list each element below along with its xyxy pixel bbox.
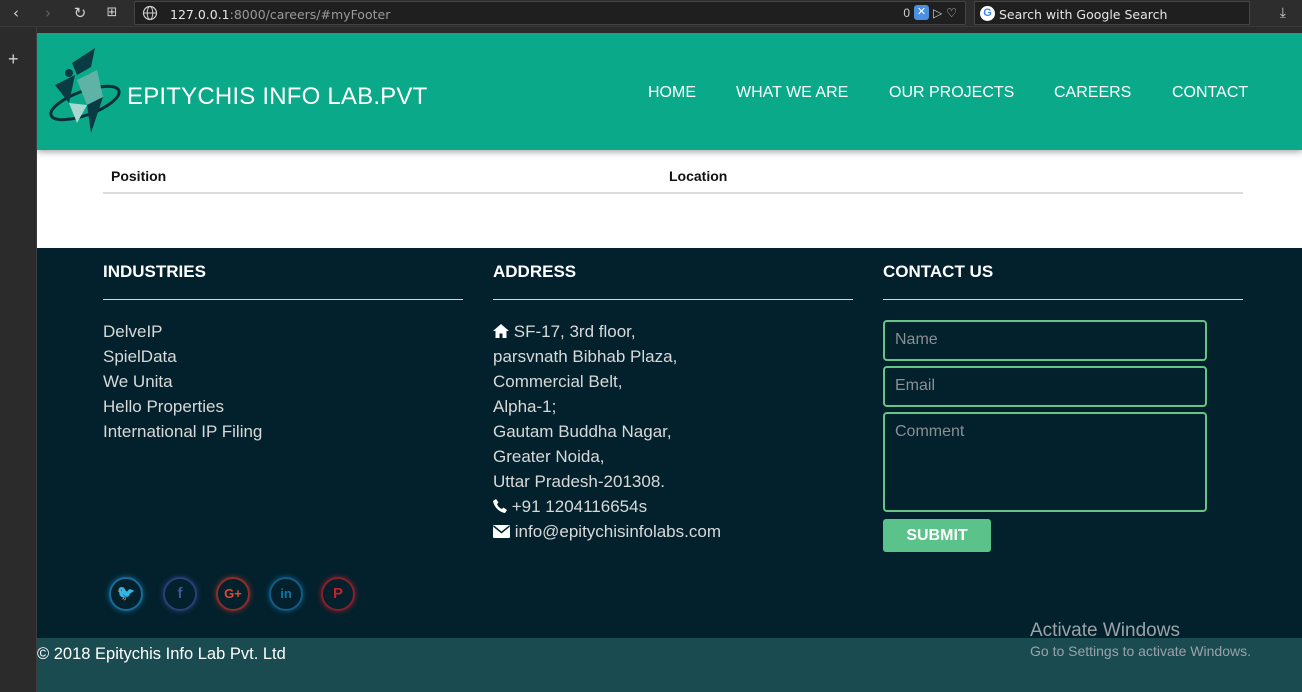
browser-toolbar: ‹ › ↻ ⊞ 127.0.0.1:8000/careers/#myFooter… bbox=[0, 0, 1302, 27]
email-address[interactable]: info@epitychisinfolabs.com bbox=[515, 522, 721, 541]
column-position: Position bbox=[111, 168, 167, 184]
comment-placeholder: Comment bbox=[895, 423, 965, 440]
google-plus-icon[interactable]: G+ bbox=[216, 577, 250, 611]
contact-title: CONTACT US bbox=[883, 262, 994, 281]
reload-icon[interactable]: ↻ bbox=[69, 3, 91, 23]
download-icon[interactable]: ⤓ bbox=[1280, 4, 1286, 21]
nav-home[interactable]: HOME bbox=[648, 84, 696, 102]
add-panel-icon[interactable]: + bbox=[8, 49, 19, 70]
google-icon: G bbox=[980, 6, 995, 21]
address-line: Greater Noida, bbox=[493, 447, 605, 466]
industry-link[interactable]: DelveIP bbox=[103, 322, 163, 342]
facebook-icon[interactable]: f bbox=[163, 577, 197, 611]
nav-contact[interactable]: CONTACT bbox=[1172, 84, 1248, 102]
copyright-bar: © 2018 Epitychis Info Lab Pvt. Ltd Activ… bbox=[37, 620, 1302, 692]
divider bbox=[493, 299, 853, 300]
back-icon[interactable]: ‹ bbox=[5, 3, 27, 23]
nav-our-projects[interactable]: OUR PROJECTS bbox=[889, 84, 1014, 102]
site-footer: INDUSTRIES DelveIP SpielData We Unita He… bbox=[37, 248, 1302, 692]
copyright-text: © 2018 Epitychis Info Lab Pvt. Ltd bbox=[37, 645, 286, 663]
nav-careers[interactable]: CAREERS bbox=[1054, 84, 1131, 102]
brand-name[interactable]: EPITYCHIS INFO LAB.PVT bbox=[127, 83, 427, 111]
linkedin-icon[interactable]: in bbox=[269, 577, 303, 611]
company-logo[interactable] bbox=[47, 45, 127, 140]
search-input[interactable]: G Search with Google Search bbox=[974, 1, 1250, 25]
address-line: SF-17, 3rd floor, bbox=[493, 322, 636, 342]
activate-windows-title: Activate Windows bbox=[1030, 620, 1180, 641]
envelope-icon bbox=[493, 525, 510, 538]
heart-icon[interactable]: ♡ bbox=[946, 6, 957, 20]
submit-button[interactable]: SUBMIT bbox=[883, 519, 991, 552]
industry-link[interactable]: International IP Filing bbox=[103, 422, 262, 442]
url-text: 127.0.0.1:8000/careers/#myFooter bbox=[170, 7, 391, 22]
forward-icon[interactable]: › bbox=[37, 3, 59, 23]
name-field[interactable]: Name bbox=[883, 320, 1207, 361]
divider bbox=[883, 299, 1243, 300]
careers-table-header: Position Location bbox=[103, 164, 1243, 194]
address-line: parsvnath Bibhab Plaza, bbox=[493, 347, 678, 366]
email-field[interactable]: Email bbox=[883, 366, 1207, 407]
comment-field[interactable]: Comment bbox=[883, 412, 1207, 512]
email-placeholder: Email bbox=[895, 377, 936, 394]
phone-icon bbox=[493, 499, 507, 513]
address-line: Commercial Belt, bbox=[493, 372, 623, 391]
activate-windows-subtitle: Go to Settings to activate Windows. bbox=[1030, 643, 1251, 659]
address-bar[interactable]: 127.0.0.1:8000/careers/#myFooter 0 ✕ ▷ ♡ bbox=[134, 1, 966, 25]
address-line: Uttar Pradesh-201308. bbox=[493, 472, 665, 491]
industry-link[interactable]: Hello Properties bbox=[103, 397, 224, 417]
name-placeholder: Name bbox=[895, 331, 938, 348]
industry-link[interactable]: We Unita bbox=[103, 372, 173, 392]
industry-link[interactable]: SpielData bbox=[103, 347, 177, 367]
address-line-text: SF-17, 3rd floor, bbox=[513, 322, 636, 341]
tabs-grid-icon[interactable]: ⊞ bbox=[101, 3, 123, 23]
extension-x-icon[interactable]: ✕ bbox=[914, 5, 929, 20]
home-icon bbox=[493, 324, 509, 338]
divider bbox=[103, 299, 463, 300]
phone-number: +91 1204116654s bbox=[511, 497, 648, 516]
send-icon[interactable]: ▷ bbox=[933, 6, 942, 20]
pinterest-icon[interactable]: P bbox=[321, 577, 355, 611]
browser-sidebar: + bbox=[0, 27, 37, 692]
nav-what-we-are[interactable]: WHAT WE ARE bbox=[736, 84, 848, 102]
site-header: EPITYCHIS INFO LAB.PVT HOME WHAT WE ARE … bbox=[37, 33, 1302, 150]
address-line: Gautam Buddha Nagar, bbox=[493, 422, 672, 441]
email-line[interactable]: info@epitychisinfolabs.com bbox=[493, 522, 721, 542]
twitter-icon[interactable]: 🐦 bbox=[109, 577, 143, 611]
search-placeholder: Search with Google Search bbox=[999, 7, 1168, 22]
address-line: Alpha-1; bbox=[493, 397, 557, 416]
industries-title: INDUSTRIES bbox=[103, 262, 206, 281]
address-title: ADDRESS bbox=[493, 262, 577, 281]
page: EPITYCHIS INFO LAB.PVT HOME WHAT WE ARE … bbox=[37, 33, 1302, 692]
badge-count: 0 bbox=[903, 5, 910, 20]
globe-icon bbox=[142, 5, 158, 21]
phone-line: +91 1204116654s bbox=[493, 497, 647, 517]
column-location: Location bbox=[669, 168, 728, 184]
